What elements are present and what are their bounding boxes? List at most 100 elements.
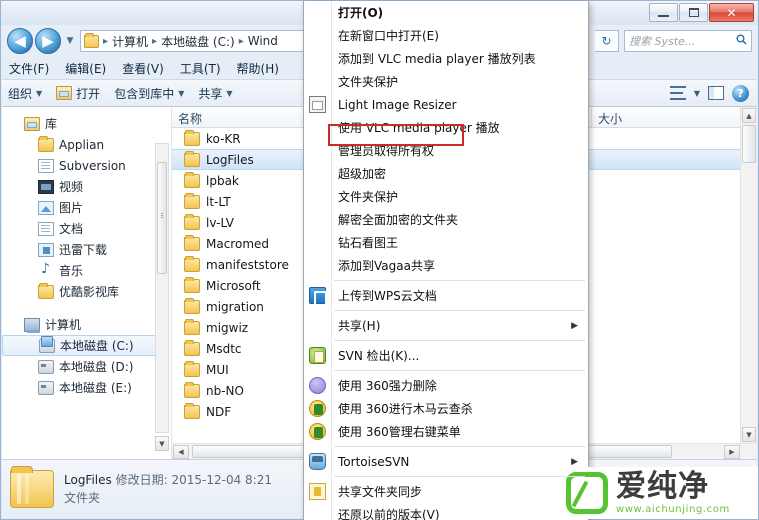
- menu-item-folder-protect[interactable]: 文件夹保护: [304, 70, 588, 93]
- sidebar-item-music[interactable]: 音乐: [2, 260, 171, 281]
- menu-item-tortoisesvn[interactable]: TortoiseSVN ▶: [304, 450, 588, 473]
- organize-button[interactable]: 组织 ▼: [8, 85, 42, 102]
- scroll-up-button[interactable]: ▲: [742, 108, 756, 123]
- close-button[interactable]: ✕: [709, 3, 754, 22]
- folder-icon: [184, 402, 200, 419]
- include-in-library-button[interactable]: 包含到库中 ▼: [114, 85, 184, 102]
- folder-icon: [184, 255, 200, 272]
- change-view-icon[interactable]: [669, 86, 686, 100]
- back-button[interactable]: ◀: [7, 28, 33, 54]
- preview-pane-icon[interactable]: [708, 86, 724, 100]
- menu-item-label: 打开(O): [338, 6, 384, 20]
- music-icon: [38, 261, 54, 278]
- file-name: migration: [206, 299, 264, 314]
- minimize-button[interactable]: [649, 3, 678, 22]
- chevron-down-icon[interactable]: ▼: [694, 89, 700, 98]
- scroll-down-button[interactable]: ▼: [742, 427, 756, 442]
- menu-help[interactable]: 帮助(H): [237, 60, 279, 77]
- light-image-resizer-icon: [309, 96, 326, 113]
- menu-item-label: Light Image Resizer: [338, 97, 457, 112]
- forward-icon: ▶: [42, 31, 54, 50]
- menu-item-admin-take-ownership[interactable]: 管理员取得所有权: [304, 139, 588, 162]
- refresh-button[interactable]: ↻: [595, 30, 619, 52]
- download-icon: [38, 242, 54, 257]
- menu-item-shared-folder-sync[interactable]: 共享文件夹同步: [304, 480, 588, 503]
- navpane-scroll-thumb[interactable]: [157, 162, 167, 274]
- menu-file[interactable]: 文件(F): [9, 60, 49, 77]
- navpane-scrollbar[interactable]: [155, 143, 169, 433]
- menu-item-light-image-resizer[interactable]: Light Image Resizer: [304, 93, 588, 116]
- sidebar-item-computer[interactable]: 计算机: [2, 314, 171, 335]
- doc-icon: [38, 221, 54, 236]
- scroll-left-button[interactable]: ◀: [173, 445, 189, 459]
- library-icon: [24, 116, 40, 131]
- sidebar-item-label: 本地磁盘 (D:): [59, 360, 134, 374]
- history-dropdown-icon[interactable]: ▼: [63, 36, 77, 46]
- sidebar-item-youku-library[interactable]: 优酷影视库: [2, 281, 171, 302]
- menu-item-open-new-window[interactable]: 在新窗口中打开(E): [304, 24, 588, 47]
- sidebar-item-drive-c[interactable]: 本地磁盘 (C:): [2, 335, 163, 356]
- chevron-down-icon: ▼: [178, 88, 185, 98]
- menu-item-diamond-image-viewer[interactable]: 钻石看图王: [304, 231, 588, 254]
- menu-item-svn-checkout[interactable]: SVN 检出(K)...: [304, 344, 588, 367]
- sidebar-item-subversion[interactable]: Subversion: [2, 155, 171, 176]
- sidebar-item-thunder-downloads[interactable]: 迅雷下载: [2, 239, 171, 260]
- menu-edit[interactable]: 编辑(E): [65, 60, 106, 77]
- forward-button[interactable]: ▶: [35, 28, 61, 54]
- menu-item-decrypt-folder[interactable]: 解密全面加密的文件夹: [304, 208, 588, 231]
- sidebar-item-library[interactable]: 库: [2, 113, 171, 134]
- menu-item-label: 使用 VLC media player 播放: [338, 121, 500, 135]
- share-button[interactable]: 共享 ▼: [198, 85, 232, 102]
- menu-item-label: 管理员取得所有权: [338, 144, 435, 158]
- folder-icon: [184, 339, 200, 356]
- sidebar-item-videos[interactable]: 视频: [2, 176, 171, 197]
- sidebar-item-drive-e[interactable]: 本地磁盘 (E:): [2, 377, 171, 398]
- sidebar-item-applian[interactable]: Applian: [2, 134, 171, 155]
- breadcrumb-computer[interactable]: 计算机: [110, 33, 150, 50]
- open-label: 打开: [76, 86, 101, 101]
- video-icon: [38, 179, 54, 194]
- menu-item-share[interactable]: 共享(H) ▶: [304, 314, 588, 337]
- menu-item-super-encrypt[interactable]: 超级加密: [304, 162, 588, 185]
- navpane-scroll-down-button[interactable]: ▼: [155, 436, 169, 451]
- search-input[interactable]: 搜索 Syste...: [624, 30, 752, 52]
- menu-item-360-force-delete[interactable]: 使用 360强力删除: [304, 374, 588, 397]
- column-header-size[interactable]: 大小: [592, 107, 682, 127]
- folder-icon: [10, 466, 54, 508]
- menu-item-add-to-vlc-playlist[interactable]: 添加到 VLC media player 播放列表: [304, 47, 588, 70]
- watermark-text: 爱纯净 www.aichunjing.com: [616, 471, 730, 515]
- menu-item-add-to-vagaa-share[interactable]: 添加到Vagaa共享: [304, 254, 588, 277]
- breadcrumb-drive-c[interactable]: 本地磁盘 (C:): [159, 33, 237, 50]
- folder-icon: [184, 318, 200, 335]
- menu-item-restore-previous-versions[interactable]: 还原以前的版本(V): [304, 503, 588, 520]
- file-list-vertical-scrollbar[interactable]: ▲ ▼: [740, 107, 757, 443]
- sidebar-item-drive-d[interactable]: 本地磁盘 (D:): [2, 356, 171, 377]
- open-button[interactable]: 打开: [56, 85, 100, 102]
- menu-view[interactable]: 查看(V): [122, 60, 164, 77]
- file-name: LogFiles: [206, 152, 254, 167]
- maximize-button[interactable]: [679, 3, 708, 22]
- scroll-right-button[interactable]: ▶: [724, 445, 740, 459]
- menu-item-play-with-vlc[interactable]: 使用 VLC media player 播放: [304, 116, 588, 139]
- folder-tree: 库 Applian Subversion 视频 图片 文档 迅雷下载 ♪ 音乐 …: [2, 107, 171, 398]
- menu-item-360-trojan-scan[interactable]: 使用 360进行木马云查杀: [304, 397, 588, 420]
- navigation-pane: 库 Applian Subversion 视频 图片 文档 迅雷下载 ♪ 音乐 …: [2, 107, 172, 459]
- menu-separator: [334, 370, 585, 371]
- breadcrumb-windows[interactable]: Wind: [246, 34, 280, 48]
- sidebar-item-label: 视频: [59, 180, 84, 194]
- chevron-down-icon: ▼: [36, 88, 43, 98]
- breadcrumb-separator-1: ▸: [152, 35, 158, 47]
- menu-item-folder-protect-2[interactable]: 文件夹保护: [304, 185, 588, 208]
- folder-icon: [184, 213, 200, 230]
- menu-item-label: SVN 检出(K)...: [338, 349, 420, 363]
- help-icon[interactable]: ?: [732, 84, 749, 102]
- menu-item-upload-to-wps-cloud[interactable]: 上传到WPS云文档: [304, 284, 588, 307]
- menu-separator: [334, 340, 585, 341]
- menu-item-open[interactable]: 打开(O): [304, 1, 588, 24]
- sidebar-item-pictures[interactable]: 图片: [2, 197, 171, 218]
- menu-item-360-manage-context-menu[interactable]: 使用 360管理右键菜单: [304, 420, 588, 443]
- vertical-scroll-thumb[interactable]: [742, 125, 756, 163]
- menu-tools[interactable]: 工具(T): [180, 60, 221, 77]
- open-folder-icon: [56, 86, 73, 100]
- sidebar-item-documents[interactable]: 文档: [2, 218, 171, 239]
